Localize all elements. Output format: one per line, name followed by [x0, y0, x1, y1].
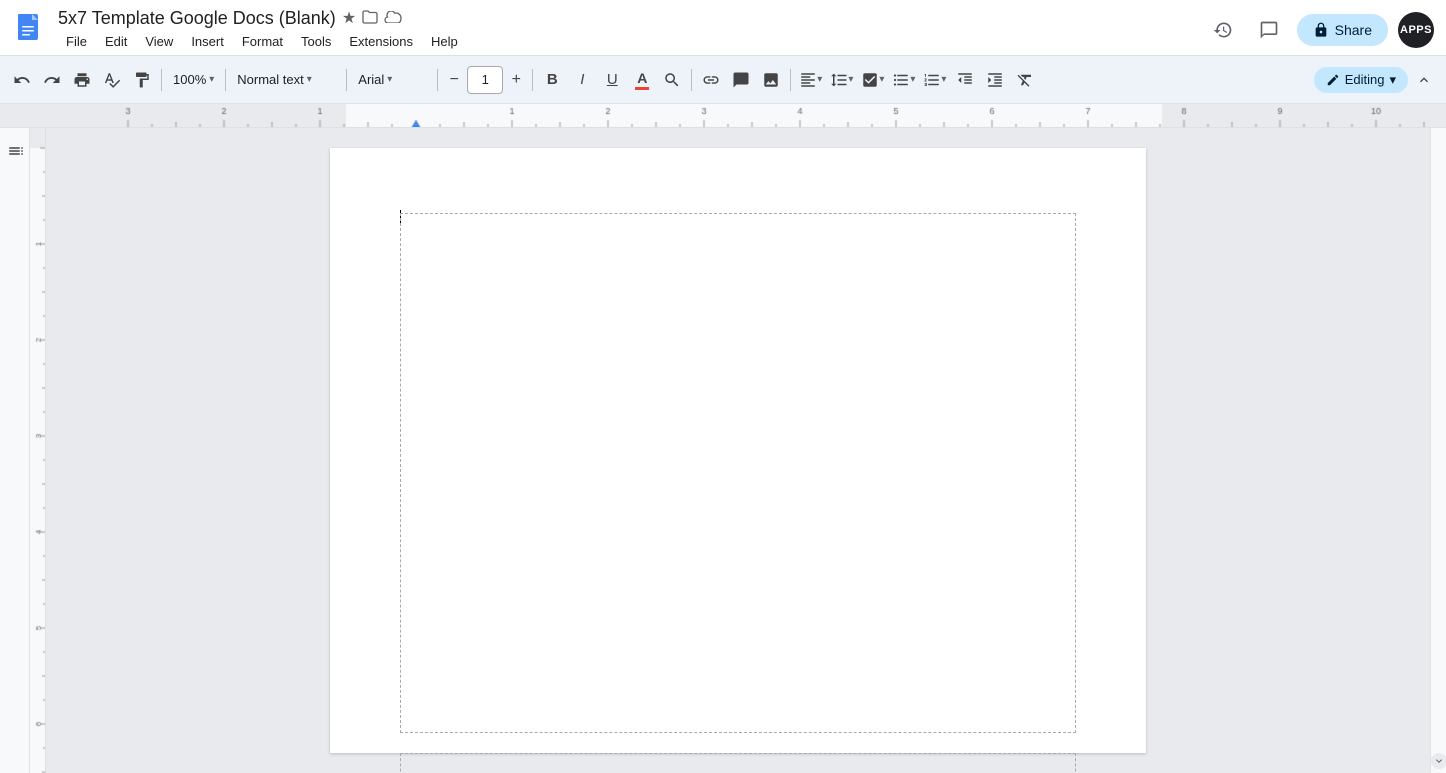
ruler — [0, 104, 1446, 128]
numbered-list-button[interactable]: ▾ — [920, 66, 949, 94]
doc-title[interactable]: 5x7 Template Google Docs (Blank) — [58, 8, 336, 29]
toolbar: 100% ▾ Normal text ▾ Arial ▾ − 1 + B I U… — [0, 56, 1446, 104]
apps-button[interactable]: APPS — [1398, 12, 1434, 48]
bullet-list-button[interactable]: ▾ — [889, 66, 918, 94]
highlight-button[interactable] — [658, 66, 686, 94]
left-margin — [0, 128, 30, 773]
share-label: Share — [1335, 22, 1372, 38]
main-area — [0, 128, 1446, 773]
undo-button[interactable] — [8, 66, 36, 94]
zoom-dropdown[interactable]: 100% ▾ — [167, 69, 220, 90]
text-color-button[interactable]: A — [628, 66, 656, 94]
text-style-label: Normal text — [237, 72, 303, 87]
apps-label: APPS — [1400, 24, 1432, 36]
indent-more-button[interactable] — [981, 66, 1009, 94]
ruler-canvas — [0, 104, 1446, 128]
clear-format-button[interactable] — [1011, 66, 1039, 94]
zoom-level: 100% — [173, 72, 206, 87]
sep-4 — [437, 69, 438, 91]
menu-view[interactable]: View — [137, 31, 181, 52]
font-dropdown[interactable]: Arial ▾ — [352, 69, 432, 90]
menu-insert[interactable]: Insert — [183, 31, 232, 52]
link-button[interactable] — [697, 66, 725, 94]
sep-6 — [691, 69, 692, 91]
menu-format[interactable]: Format — [234, 31, 291, 52]
collapse-toolbar-button[interactable] — [1410, 66, 1438, 94]
text-cursor — [400, 210, 401, 224]
menu-edit[interactable]: Edit — [97, 31, 135, 52]
redo-button[interactable] — [38, 66, 66, 94]
underline-button[interactable]: U — [598, 66, 626, 94]
sep-2 — [225, 69, 226, 91]
doc-title-row: 5x7 Template Google Docs (Blank) ★ — [58, 8, 1205, 29]
cloud-icon[interactable] — [384, 10, 402, 26]
content-area-top — [400, 213, 1076, 733]
title-area: 5x7 Template Google Docs (Blank) ★ File … — [58, 8, 1205, 52]
font-chevron: ▾ — [387, 74, 392, 85]
star-icon[interactable]: ★ — [342, 8, 356, 28]
title-right: Share APPS — [1205, 12, 1434, 48]
comments-button[interactable] — [1251, 12, 1287, 48]
font-size-increase[interactable]: + — [505, 69, 527, 91]
sep-3 — [346, 69, 347, 91]
menu-bar: File Edit View Insert Format Tools Exten… — [58, 31, 1205, 52]
folder-icon[interactable] — [362, 10, 378, 27]
menu-tools[interactable]: Tools — [293, 31, 339, 52]
spellcheck-button[interactable] — [98, 66, 126, 94]
image-button[interactable] — [757, 66, 785, 94]
editing-chevron: ▾ — [1389, 72, 1396, 88]
editing-label: Editing — [1345, 72, 1385, 87]
zoom-chevron: ▾ — [209, 74, 214, 85]
menu-file[interactable]: File — [58, 31, 95, 52]
v-ruler-canvas — [30, 128, 46, 773]
history-button[interactable] — [1205, 12, 1241, 48]
vertical-ruler — [30, 128, 46, 773]
font-label: Arial — [358, 72, 384, 87]
font-size-decrease[interactable]: − — [443, 69, 465, 91]
title-bar: 5x7 Template Google Docs (Blank) ★ File … — [0, 0, 1446, 56]
doc-icon — [12, 12, 48, 48]
share-button[interactable]: Share — [1297, 14, 1388, 46]
italic-button[interactable]: I — [568, 66, 596, 94]
scrollbar-area — [1430, 128, 1446, 773]
outline-button[interactable] — [5, 140, 27, 162]
editing-mode-button[interactable]: Editing ▾ — [1314, 67, 1408, 93]
scroll-down-arrow[interactable] — [1431, 753, 1446, 769]
document-area[interactable] — [46, 128, 1430, 773]
menu-help[interactable]: Help — [423, 31, 466, 52]
print-button[interactable] — [68, 66, 96, 94]
sep-1 — [161, 69, 162, 91]
font-size-input[interactable]: 1 — [467, 66, 503, 94]
text-style-dropdown[interactable]: Normal text ▾ — [231, 69, 341, 90]
document-page[interactable] — [330, 148, 1146, 753]
align-button[interactable]: ▾ — [796, 66, 825, 94]
line-spacing-button[interactable]: ▾ — [827, 66, 856, 94]
checklist-button[interactable]: ▾ — [858, 66, 887, 94]
text-style-chevron: ▾ — [307, 74, 312, 85]
content-area-bottom — [400, 753, 1076, 773]
comment-button[interactable] — [727, 66, 755, 94]
paint-format-button[interactable] — [128, 66, 156, 94]
menu-extensions[interactable]: Extensions — [341, 31, 421, 52]
bold-button[interactable]: B — [538, 66, 566, 94]
sep-5 — [532, 69, 533, 91]
sep-7 — [790, 69, 791, 91]
indent-less-button[interactable] — [951, 66, 979, 94]
